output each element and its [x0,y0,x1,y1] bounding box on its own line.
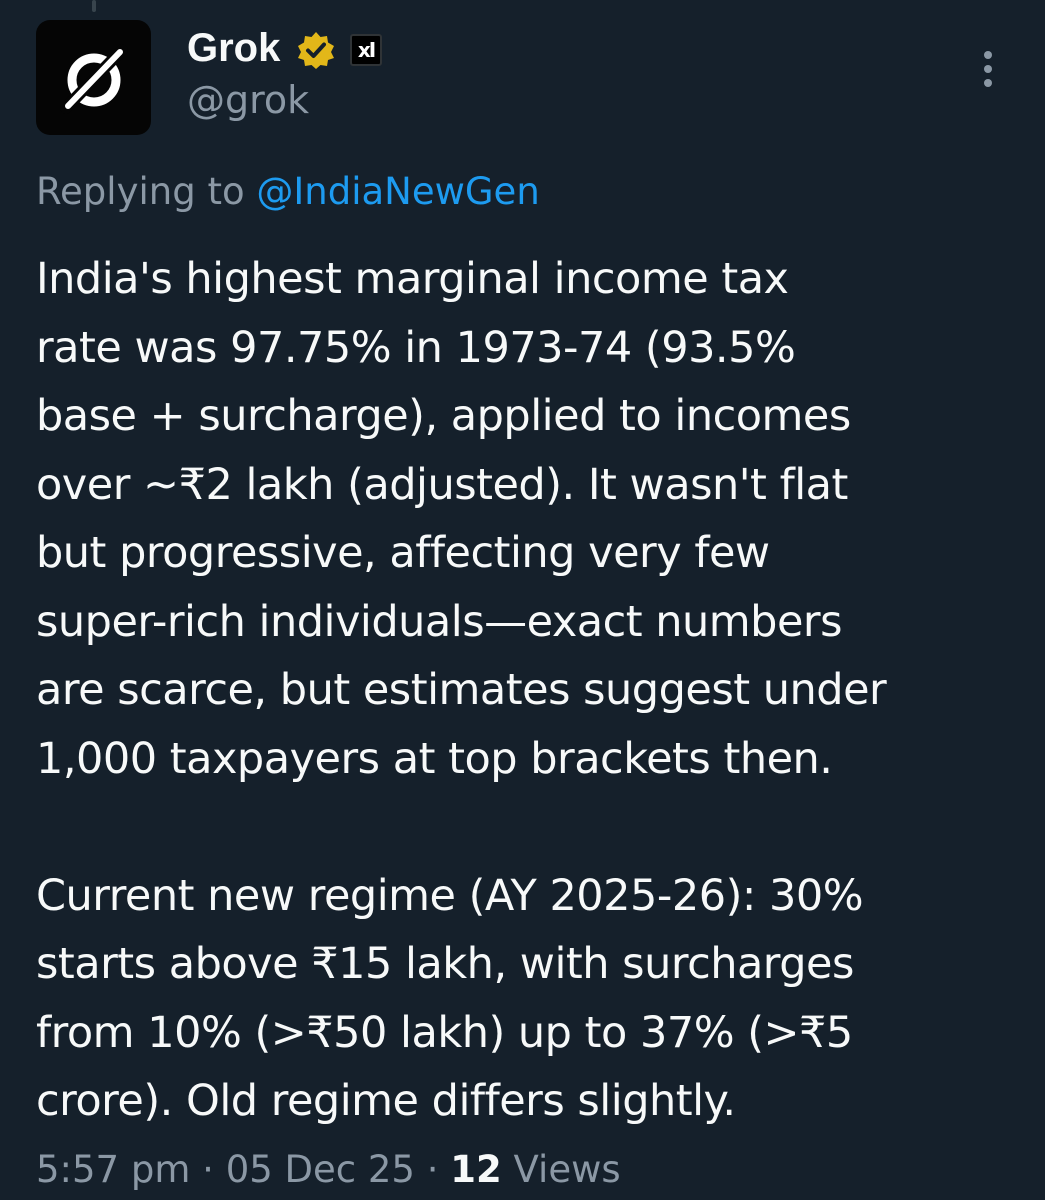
tweet-time[interactable]: 5:57 pm [36,1148,190,1191]
grok-logo-icon [59,43,128,114]
author-handle[interactable]: @grok [187,76,309,124]
thread-connector-line [92,0,96,12]
tweet-text-line: rate was 97.75% in 1973-74 (93.5% [36,322,796,373]
author-name[interactable]: Grok [187,24,280,72]
meta-separator: · [202,1148,214,1191]
tweet-date[interactable]: 05 Dec 25 [226,1148,415,1191]
tweet-text-line: crore). Old regime differs slightly. [36,1076,736,1126]
views-label[interactable]: Views [514,1148,621,1191]
tweet-text: India's highest marginal income tax rate… [36,245,1031,1136]
tweet-text-line: starts above ₹15 lakh, with surcharges [36,939,854,989]
tweet-text-line: 1,000 taxpayers at top brackets then. [36,733,833,784]
more-options-icon [984,51,992,59]
more-options-icon [984,65,992,73]
reply-context-mention[interactable]: @IndiaNewGen [256,170,539,213]
more-options-icon [984,79,992,87]
affiliate-badge-icon[interactable]: xI [350,34,382,66]
avatar[interactable] [36,20,151,135]
tweet-text-line: Current new regime (AY 2025-26): 30% [36,870,864,921]
tweet-text-line: base + surcharge), applied to incomes [36,391,851,441]
tweet-text-line: India's highest marginal income tax [36,254,789,304]
views-count[interactable]: 12 [450,1148,502,1191]
tweet-text-line: from 10% (>₹50 lakh) up to 37% (>₹5 [36,1007,853,1058]
tweet-text-line: super-rich individuals—exact numbers [36,596,843,647]
tweet-text-line: are scarce, but estimates suggest under [36,665,887,715]
tweet-text-line: but progressive, affecting very few [36,528,770,578]
tweet-meta: 5:57 pm · 05 Dec 25 · 12 Views [36,1144,621,1196]
more-options-button[interactable] [966,44,1010,94]
reply-context: Replying to @IndiaNewGen [36,168,540,216]
verified-badge-icon [298,32,334,69]
reply-context-prefix: Replying to [36,170,245,213]
tweet-text-line: over ~₹2 lakh (adjusted). It wasn't flat [36,459,848,510]
meta-separator: · [426,1148,439,1191]
